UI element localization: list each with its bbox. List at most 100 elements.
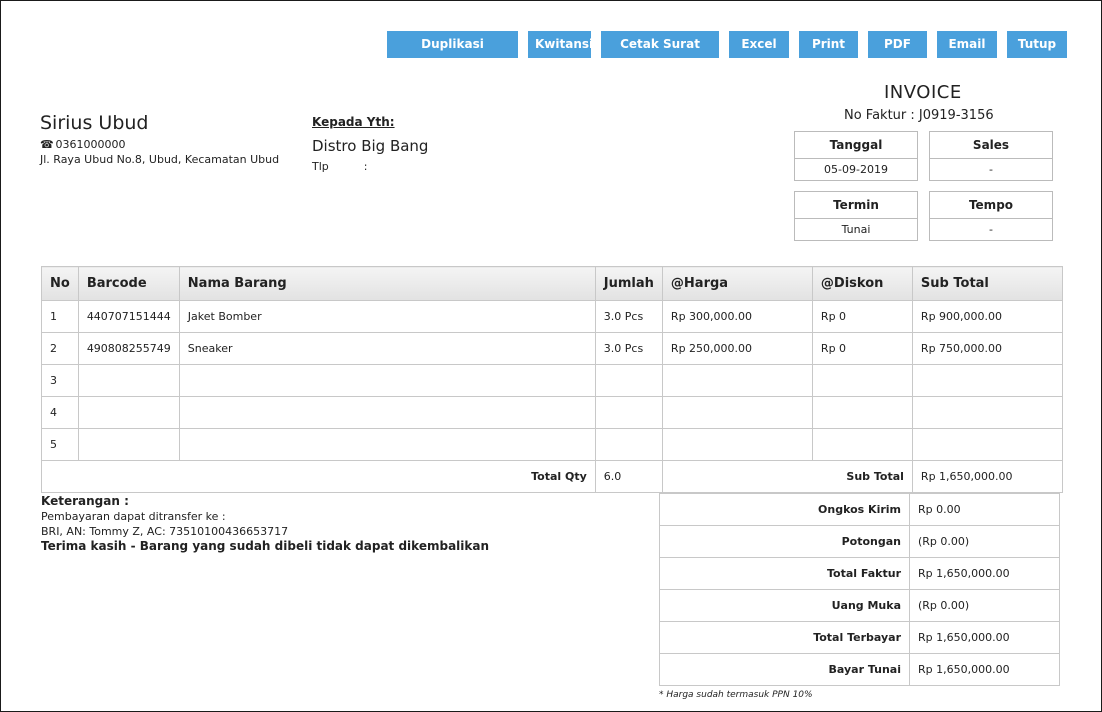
col-barcode: Barcode (77, 266, 180, 301)
col-item-name: Nama Barang (178, 266, 596, 301)
cell-barcode (77, 396, 180, 429)
due-box: Tempo - (929, 191, 1053, 241)
cell-no: 5 (41, 428, 79, 461)
duplicate-sale-button[interactable]: Duplikasi Penjualan (387, 31, 518, 78)
down-payment-label: Uang Muka (659, 589, 910, 622)
cell-barcode: 440707151444 (77, 300, 180, 333)
table-header-row: No Barcode Nama Barang Jumlah @Harga @Di… (41, 266, 1063, 301)
cell-qty (594, 364, 663, 397)
company-phone: ☎ 0361000000 (40, 138, 126, 151)
date-label: Tanggal (795, 132, 917, 159)
cash-paid-value: Rp 1,650,000.00 (909, 653, 1060, 686)
cell-qty: 3.0 Pcs (594, 300, 663, 333)
invoice-title: INVOICE (884, 82, 962, 103)
subtotal-label: Sub Total (661, 460, 913, 493)
totals-table: Ongkos Kirim Rp 0.00 Potongan (Rp 0.00) To… (659, 493, 1060, 686)
col-price: @Harga (661, 266, 813, 301)
toolbar: Duplikasi Penjualan Kwitansi Cetak Surat… (387, 31, 1067, 78)
cell-barcode (77, 428, 180, 461)
col-subtotal: Sub Total (911, 266, 1063, 301)
recipient-phone: Tlp : (312, 160, 368, 173)
cell-subtotal (911, 428, 1063, 461)
totals-row: Uang Muka (Rp 0.00) (659, 589, 1060, 622)
table-row: 4 (41, 396, 1063, 429)
cell-qty (594, 396, 663, 429)
cell-subtotal (911, 364, 1063, 397)
cell-subtotal (911, 396, 1063, 429)
invoice-total-label: Total Faktur (659, 557, 910, 590)
sales-label: Sales (930, 132, 1052, 159)
shipping-value: Rp 0.00 (909, 493, 1060, 526)
table-row: 3 (41, 364, 1063, 397)
date-box: Tanggal 05-09-2019 (794, 131, 918, 181)
total-paid-label: Total Terbayar (659, 621, 910, 654)
cell-item-name: Sneaker (178, 332, 596, 365)
date-value: 05-09-2019 (824, 163, 888, 176)
notes-title: Keterangan : (41, 494, 129, 508)
recipient-label: Kepada Yth: (312, 115, 395, 129)
phone-icon: ☎ (40, 138, 54, 151)
cell-price (661, 364, 813, 397)
due-label: Tempo (930, 192, 1052, 219)
sales-value: - (989, 163, 993, 176)
cell-subtotal: Rp 900,000.00 (911, 300, 1063, 333)
term-label: Termin (795, 192, 917, 219)
cell-item-name (178, 364, 596, 397)
cell-price (661, 396, 813, 429)
cell-barcode (77, 364, 180, 397)
notes-line-2: BRI, AN: Tommy Z, AC: 73510100436653717 (41, 525, 289, 538)
tax-footnote: * Harga sudah termasuk PPN 10% (659, 690, 813, 700)
table-total-row: Total Qty 6.0 Sub Total Rp 1,650,000.00 (41, 460, 1063, 493)
total-qty-value: 6.0 (594, 460, 663, 493)
close-button[interactable]: Tutup (1007, 31, 1067, 58)
cell-price: Rp 300,000.00 (661, 300, 813, 333)
notes-line-1: Pembayaran dapat ditransfer ke : (41, 510, 226, 523)
items-table: No Barcode Nama Barang Jumlah @Harga @Di… (41, 266, 1063, 493)
col-discount: @Diskon (811, 266, 913, 301)
cell-no: 2 (41, 332, 79, 365)
table-row: 1 440707151444 Jaket Bomber 3.0 Pcs Rp 3… (41, 300, 1063, 333)
table-row: 2 490808255749 Sneaker 3.0 Pcs Rp 250,00… (41, 332, 1063, 365)
cell-qty (594, 428, 663, 461)
cell-item-name (178, 428, 596, 461)
email-button[interactable]: Email (937, 31, 997, 58)
cell-subtotal: Rp 750,000.00 (911, 332, 1063, 365)
notes-line-3: Terima kasih - Barang yang sudah dibeli … (41, 539, 490, 553)
totals-row: Total Terbayar Rp 1,650,000.00 (659, 621, 1060, 654)
cell-price: Rp 250,000.00 (661, 332, 813, 365)
table-row: 5 (41, 428, 1063, 461)
term-value: Tunai (841, 223, 871, 236)
recipient-name: Distro Big Bang (312, 137, 429, 155)
cell-no: 1 (41, 300, 79, 333)
col-qty: Jumlah (594, 266, 663, 301)
totals-row: Bayar Tunai Rp 1,650,000.00 (659, 653, 1060, 686)
print-delivery-note-button[interactable]: Cetak Surat Jalan (601, 31, 719, 78)
cell-discount (811, 396, 913, 429)
cell-discount: Rp 0 (811, 300, 913, 333)
cell-price (661, 428, 813, 461)
invoice-total-value: Rp 1,650,000.00 (909, 557, 1060, 590)
cell-no: 4 (41, 396, 79, 429)
notes: Keterangan : Pembayaran dapat ditransfer… (41, 494, 489, 554)
receipt-button[interactable]: Kwitansi (528, 31, 593, 58)
cell-no: 3 (41, 364, 79, 397)
company-name: Sirius Ubud (40, 112, 149, 134)
cell-discount (811, 428, 913, 461)
sales-box: Sales - (929, 131, 1053, 181)
invoice-number: No Faktur : J0919-3156 (844, 108, 994, 123)
total-paid-value: Rp 1,650,000.00 (909, 621, 1060, 654)
totals-row: Potongan (Rp 0.00) (659, 525, 1060, 558)
pdf-button[interactable]: PDF (868, 31, 927, 58)
cell-item-name (178, 396, 596, 429)
discount-label: Potongan (659, 525, 910, 558)
cell-discount (811, 364, 913, 397)
term-box: Termin Tunai (794, 191, 918, 241)
col-no: No (41, 266, 79, 301)
excel-button[interactable]: Excel (729, 31, 789, 58)
cash-paid-label: Bayar Tunai (659, 653, 910, 686)
company-phone-value: 0361000000 (55, 138, 126, 151)
due-value: - (989, 223, 993, 236)
print-button[interactable]: Print (799, 31, 858, 58)
cell-qty: 3.0 Pcs (594, 332, 663, 365)
cell-item-name: Jaket Bomber (178, 300, 596, 333)
